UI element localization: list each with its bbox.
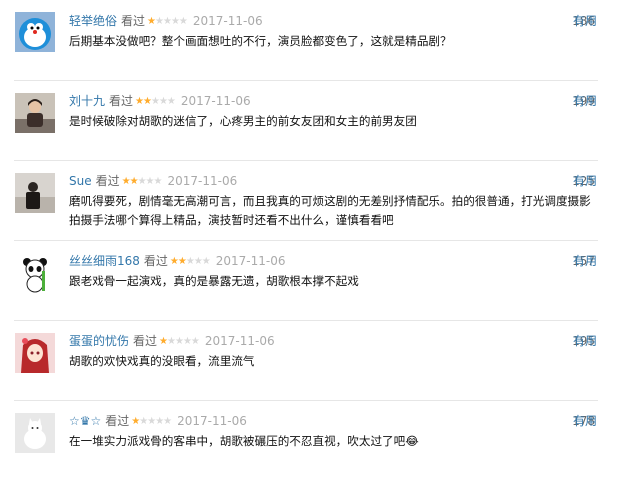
watched-label: 看过 [121, 14, 146, 28]
person-avatar[interactable] [15, 93, 55, 133]
comment-text: 后期基本没做吧？整个画面想吐的不行，演员脸都变色了，这就是精品剧？ [69, 34, 452, 48]
star-icon: ★ [174, 336, 184, 347]
star-icon: ★ [163, 416, 172, 427]
star-icon: ★ [147, 416, 156, 427]
star-icon: ★ [185, 256, 195, 267]
star-icon: ★ [155, 16, 164, 27]
star-icon: ★ [182, 336, 192, 347]
comment-item: ☆♛☆ 看过 ★★★★★ 2017-11-06 178 有用 在一堆实力派戏骨的客串中，胡歌… [0, 400, 640, 480]
watched-label: 看过 [95, 174, 120, 188]
star-icon: ★ [201, 256, 211, 267]
username-link[interactable]: 刘十九 [69, 94, 105, 108]
useful-button[interactable]: 有用 [573, 413, 597, 429]
comment-text: 是时候破除对胡歌的迷信了，心疼男主的前女友团和女主的前男友团 [69, 114, 417, 128]
watched-label: 看过 [133, 334, 158, 348]
star-rating: ★★★★★ [159, 334, 200, 350]
comment-text: 胡歌的欢快戏真的没眼看，流里流气 [69, 354, 255, 368]
star-icon: ★ [177, 256, 187, 267]
watched-label: 看过 [105, 414, 130, 428]
comment-item: 丝丝细雨168 看过 ★★★★★ 2017-11-06 157 有用 跟老戏骨一起演戏，真的… [0, 240, 640, 320]
doraemon-avatar[interactable] [15, 12, 55, 52]
star-icon: ★ [137, 176, 147, 187]
star-icon: ★ [178, 16, 188, 27]
star-rating: ★★★★★ [121, 174, 163, 190]
star-icon: ★ [158, 96, 168, 107]
comment-date: 2017-11-06 [215, 254, 286, 268]
useful-button[interactable]: 有用 [573, 13, 597, 29]
comment-text: 磨叽得要死，剧情毫无高潮可言，而且我真的可烦这剧的无差别抒情配乐。拍的很普通，打… [69, 194, 591, 227]
dark-figure-avatar[interactable] [15, 173, 55, 213]
anime-girl-avatar[interactable] [15, 333, 55, 373]
star-icon: ★ [166, 96, 176, 107]
star-rating: ★★★★★ [169, 254, 211, 270]
comment-meta: Sue 看过 ★★★★★ 2017-11-06 [69, 173, 237, 189]
star-rating: ★★★★★ [131, 414, 172, 430]
comment-date: 2017-11-06 [180, 94, 251, 108]
white-cat-avatar[interactable] [15, 413, 55, 453]
comment-text: 跟老戏骨一起演戏，真的是暴露无遗，胡歌根本撑不起戏 [69, 274, 359, 288]
divider [14, 80, 598, 81]
star-icon: ★ [129, 176, 139, 187]
username-link[interactable]: ☆♛☆ [69, 414, 101, 428]
star-icon: ★ [121, 176, 131, 187]
divider [14, 400, 598, 401]
useful-button[interactable]: 有用 [573, 333, 597, 349]
star-icon: ★ [147, 16, 156, 27]
comment-item: 轻举绝俗 看过 ★★★★★ 2017-11-06 186 有用 后期基本没做吧？整个画面想吐… [0, 0, 640, 80]
divider [14, 160, 598, 161]
star-icon: ★ [145, 176, 155, 187]
star-icon: ★ [153, 176, 163, 187]
comment-item: 蛋蛋的忧伤 看过 ★★★★★ 2017-11-06 195 有用 胡歌的欢快戏真的没眼看，流… [0, 320, 640, 400]
star-icon: ★ [150, 96, 160, 107]
comment-date: 2017-11-06 [167, 174, 238, 188]
comment-date: 2017-11-06 [192, 14, 263, 28]
watched-label: 看过 [109, 94, 134, 108]
useful-button[interactable]: 有用 [573, 253, 597, 269]
comment-item: 刘十九 看过 ★★★★★ 2017-11-06 199 有用 是时候破除对胡歌的迷信了，心疼… [0, 80, 640, 160]
useful-button[interactable]: 有用 [573, 93, 597, 109]
panda-avatar[interactable] [15, 253, 55, 293]
comment-date: 2017-11-06 [204, 334, 275, 348]
comment-meta: 轻举绝俗 看过 ★★★★★ 2017-11-06 [69, 13, 263, 29]
divider [14, 240, 598, 241]
comment-meta: 刘十九 看过 ★★★★★ 2017-11-06 [69, 93, 251, 109]
star-icon: ★ [162, 16, 172, 27]
star-icon: ★ [167, 336, 176, 347]
star-icon: ★ [155, 416, 164, 427]
comment-meta: 丝丝细雨168 看过 ★★★★★ 2017-11-06 [69, 253, 286, 269]
star-icon: ★ [170, 16, 180, 27]
star-icon: ★ [159, 336, 168, 347]
comment-date: 2017-11-06 [177, 414, 247, 428]
username-link[interactable]: 轻举绝俗 [69, 14, 117, 28]
star-rating: ★★★★★ [135, 94, 176, 110]
comment-meta: ☆♛☆ 看过 ★★★★★ 2017-11-06 [69, 413, 247, 429]
watched-label: 看过 [143, 254, 168, 268]
useful-button[interactable]: 有用 [573, 173, 597, 189]
username-link[interactable]: Sue [69, 174, 92, 188]
star-icon: ★ [169, 256, 179, 267]
divider [14, 320, 598, 321]
star-icon: ★ [190, 336, 200, 347]
comment-text: 在一堆实力派戏骨的客串中，胡歌被碾压的不忍直视，吹太过了吧😂 [69, 434, 419, 448]
comment-meta: 蛋蛋的忧伤 看过 ★★★★★ 2017-11-06 [69, 333, 275, 349]
username-link[interactable]: 丝丝细雨168 [69, 254, 140, 268]
star-icon: ★ [193, 256, 203, 267]
star-icon: ★ [143, 96, 152, 107]
username-link[interactable]: 蛋蛋的忧伤 [69, 334, 129, 348]
comment-item: Sue 看过 ★★★★★ 2017-11-06 125 有用 磨叽得要死，剧情毫无高潮可言，… [0, 160, 640, 240]
star-icon: ★ [135, 96, 144, 107]
star-rating: ★★★★★ [147, 14, 188, 30]
